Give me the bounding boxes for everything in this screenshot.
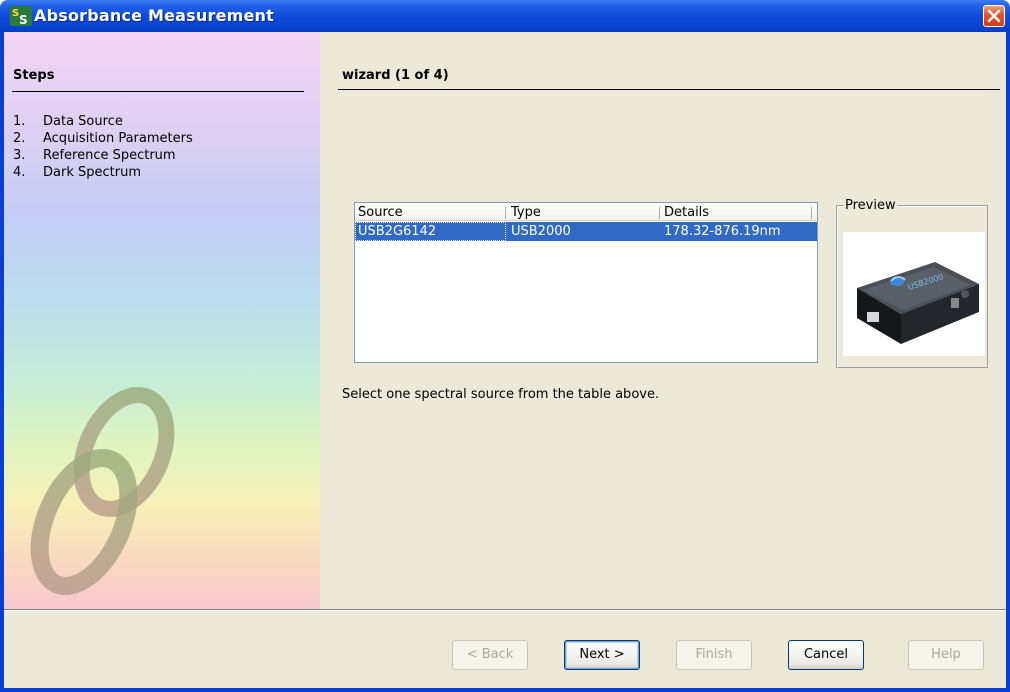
svg-text:S: S: [19, 13, 28, 26]
step-number: 3.: [13, 148, 26, 163]
close-button[interactable]: [983, 5, 1005, 27]
close-icon: [987, 9, 1001, 23]
table-row[interactable]: USB2G6142 USB2000 178.32-876.19nm: [355, 222, 817, 241]
step-item: 2. Acquisition Parameters: [13, 130, 193, 147]
steps-header: Steps: [13, 68, 55, 83]
preview-label: Preview: [844, 198, 897, 213]
instruction-text: Select one spectral source from the tabl…: [342, 387, 660, 402]
cell-details[interactable]: 178.32-876.19nm: [661, 222, 817, 241]
step-label: Dark Spectrum: [43, 165, 141, 180]
step-label: Reference Spectrum: [43, 148, 176, 163]
title-bar[interactable]: S S Absorbance Measurement: [0, 0, 1010, 32]
spectrasuite-app-icon: S S: [10, 6, 32, 26]
column-separator[interactable]: [811, 207, 812, 219]
cell-type[interactable]: USB2000: [508, 222, 659, 241]
steps-panel: Steps 1. Data Source 2. Acquisition Parame…: [4, 32, 320, 609]
step-item: 3. Reference Spectrum: [13, 147, 193, 164]
wizard-window: S S Absorbance Measurement Steps 1. Data …: [0, 0, 1010, 692]
column-separator[interactable]: [505, 207, 506, 219]
spectrometer-device-image: USB2000: [857, 262, 979, 344]
column-header-details[interactable]: Details: [661, 203, 811, 221]
wizard-header: wizard (1 of 4): [342, 68, 449, 83]
steps-list: 1. Data Source 2. Acquisition Parameters 3…: [13, 113, 193, 181]
step-item: 4. Dark Spectrum: [13, 164, 193, 181]
finish-button[interactable]: Finish: [676, 640, 752, 670]
step-number: 4.: [13, 165, 26, 180]
wizard-divider: [338, 89, 1000, 90]
table-header: Source Type Details: [355, 203, 817, 221]
step-label: Acquisition Parameters: [43, 131, 193, 146]
back-button[interactable]: < Back: [452, 640, 528, 670]
step-label: Data Source: [43, 114, 123, 129]
dialog-client-area: Steps 1. Data Source 2. Acquisition Parame…: [4, 32, 1006, 688]
window-title: Absorbance Measurement: [34, 6, 274, 25]
step-number: 2.: [13, 131, 26, 146]
help-button[interactable]: Help: [908, 640, 984, 670]
steps-divider: [12, 91, 304, 92]
ocean-optics-logo: [30, 387, 175, 596]
cancel-button[interactable]: Cancel: [788, 640, 864, 670]
next-button[interactable]: Next >: [564, 640, 640, 670]
spectrometer-image: USB2000: [843, 232, 985, 356]
step-item: 1. Data Source: [13, 113, 193, 130]
column-header-source[interactable]: Source: [355, 203, 505, 221]
source-table[interactable]: Source Type Details USB2G6142 USB2000 17…: [354, 202, 818, 363]
step-number: 1.: [13, 114, 26, 129]
cell-source[interactable]: USB2G6142: [355, 222, 506, 241]
column-header-type[interactable]: Type: [508, 203, 658, 221]
footer-divider-highlight: [4, 610, 1006, 611]
column-separator[interactable]: [659, 207, 660, 219]
